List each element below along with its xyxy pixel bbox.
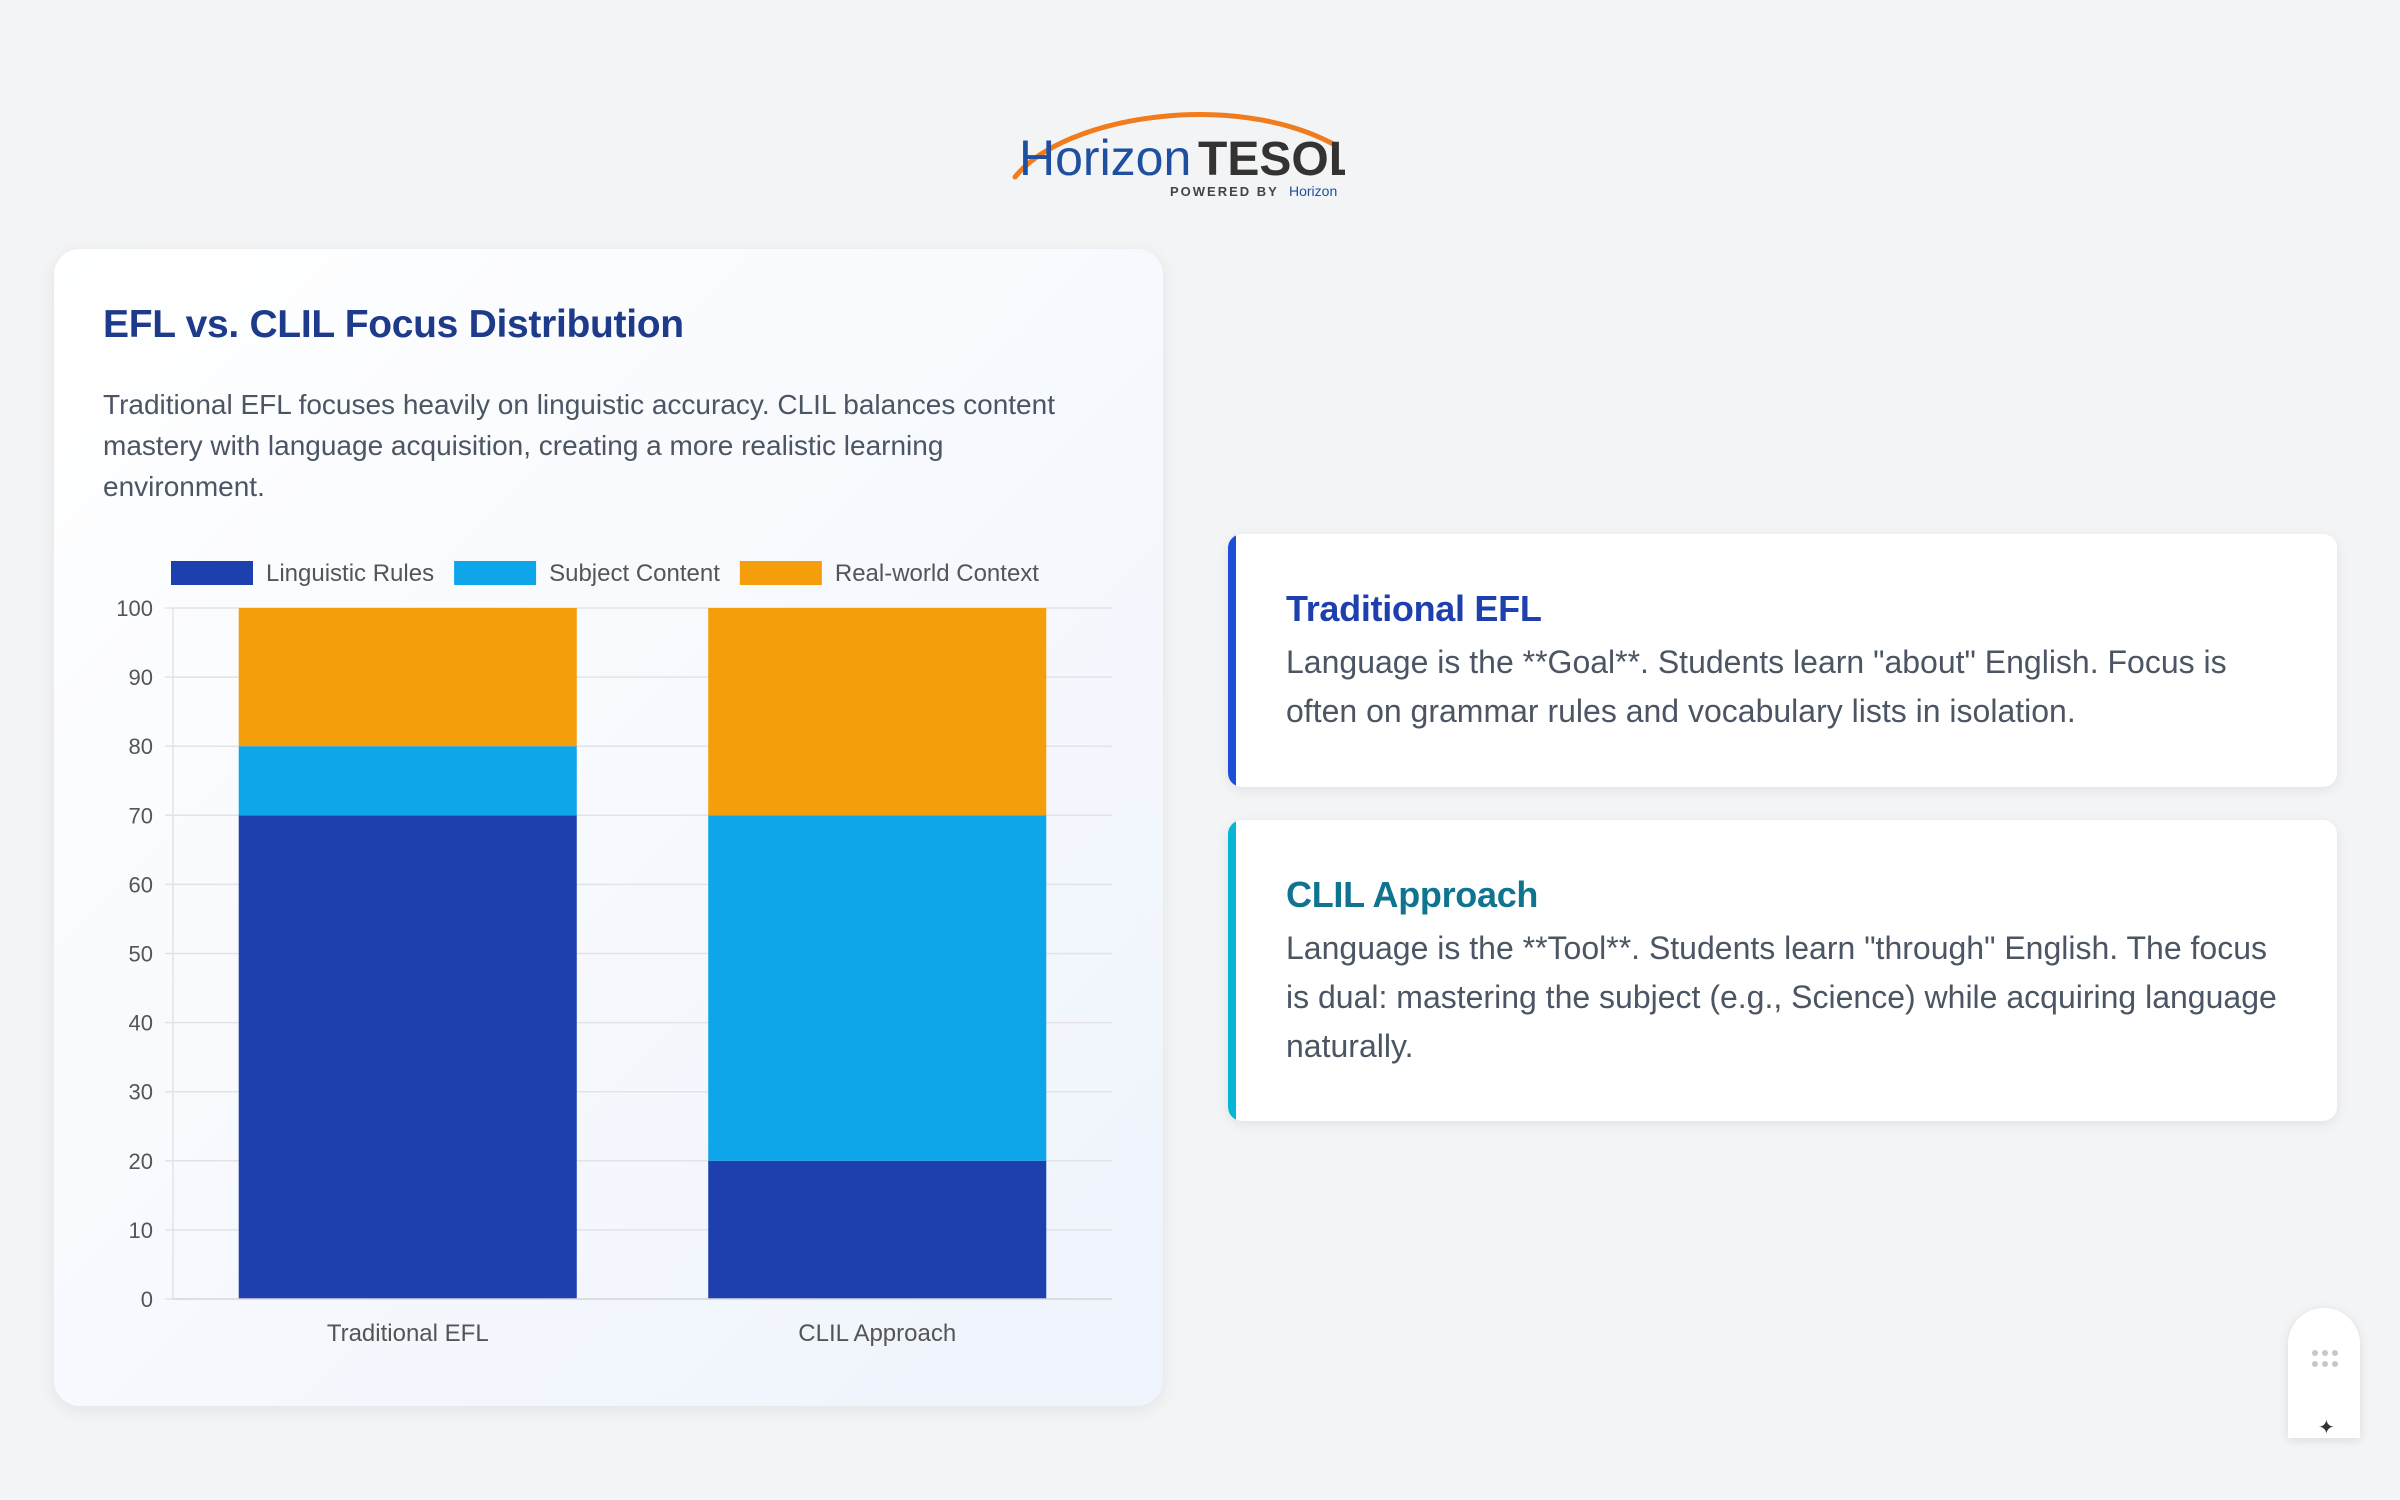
logo-word-horizon: Horizon: [1019, 130, 1191, 186]
legend-label: Subject Content: [549, 560, 720, 587]
logo-tagline: POWERED BY: [1170, 184, 1279, 199]
card-title: Traditional EFL: [1286, 588, 1542, 629]
bar-segment: [238, 608, 577, 747]
horizon-tesol-logo: Horizon TESOL POWERED BY Horizon: [1005, 95, 1358, 205]
sparkle-icon[interactable]: ✦: [2318, 1418, 2335, 1438]
y-tick-label: 70: [129, 803, 153, 828]
logo-word-tesol: TESOL: [1198, 133, 1345, 186]
x-category-label: Traditional EFL: [327, 1320, 489, 1347]
card-accent-bar: [1228, 820, 1236, 1121]
y-tick-label: 20: [129, 1149, 153, 1174]
card-text: Language is the **Tool**. Students learn…: [1286, 930, 2277, 1064]
y-tick-label: 80: [129, 734, 153, 759]
y-tick-label: 0: [141, 1287, 153, 1312]
y-tick-label: 10: [129, 1218, 153, 1243]
y-tick-label: 30: [129, 1080, 153, 1105]
card-traditional-efl: Traditional EFL Language is the **Goal**…: [1228, 534, 2337, 787]
card-title: CLIL Approach: [1286, 874, 1539, 915]
floating-widget[interactable]: ✦: [2288, 1308, 2360, 1438]
stacked-bar-chart: 0 10 20 30 40 50 60 70 80 90 100 Traditional EFL CLI…: [116, 560, 1112, 1347]
x-category-label: CLIL Approach: [798, 1320, 956, 1347]
card-accent-bar: [1228, 534, 1236, 787]
y-tick-label: 60: [129, 872, 153, 897]
logo-mark: Horizon TESOL POWERED BY Horizon: [1012, 112, 1358, 199]
bar-segment: [708, 815, 1047, 1161]
y-tick-label: 50: [129, 942, 153, 967]
logo-tagline-brand: Horizon: [1289, 183, 1337, 199]
chart-card: EFL vs. CLIL Focus Distribution Traditio…: [54, 249, 1163, 1406]
y-tick-label: 100: [116, 596, 153, 621]
bar-segment: [238, 815, 577, 1299]
legend-swatch: [171, 561, 253, 585]
legend-swatch: [739, 561, 822, 585]
legend-label: Linguistic Rules: [266, 560, 434, 587]
y-tick-label: 40: [129, 1011, 153, 1036]
card-clil-approach: CLIL Approach Language is the **Tool**. …: [1228, 820, 2337, 1121]
bar-segment: [708, 608, 1047, 816]
bar-segment: [708, 1160, 1047, 1299]
bar-segment: [238, 746, 577, 816]
legend-label: Real-world Context: [835, 560, 1039, 587]
drag-handle-icon[interactable]: [2310, 1348, 2340, 1370]
legend-swatch: [454, 561, 537, 585]
y-tick-label: 90: [129, 665, 153, 690]
card-text: Language is the **Goal**. Students learn…: [1286, 644, 2227, 729]
